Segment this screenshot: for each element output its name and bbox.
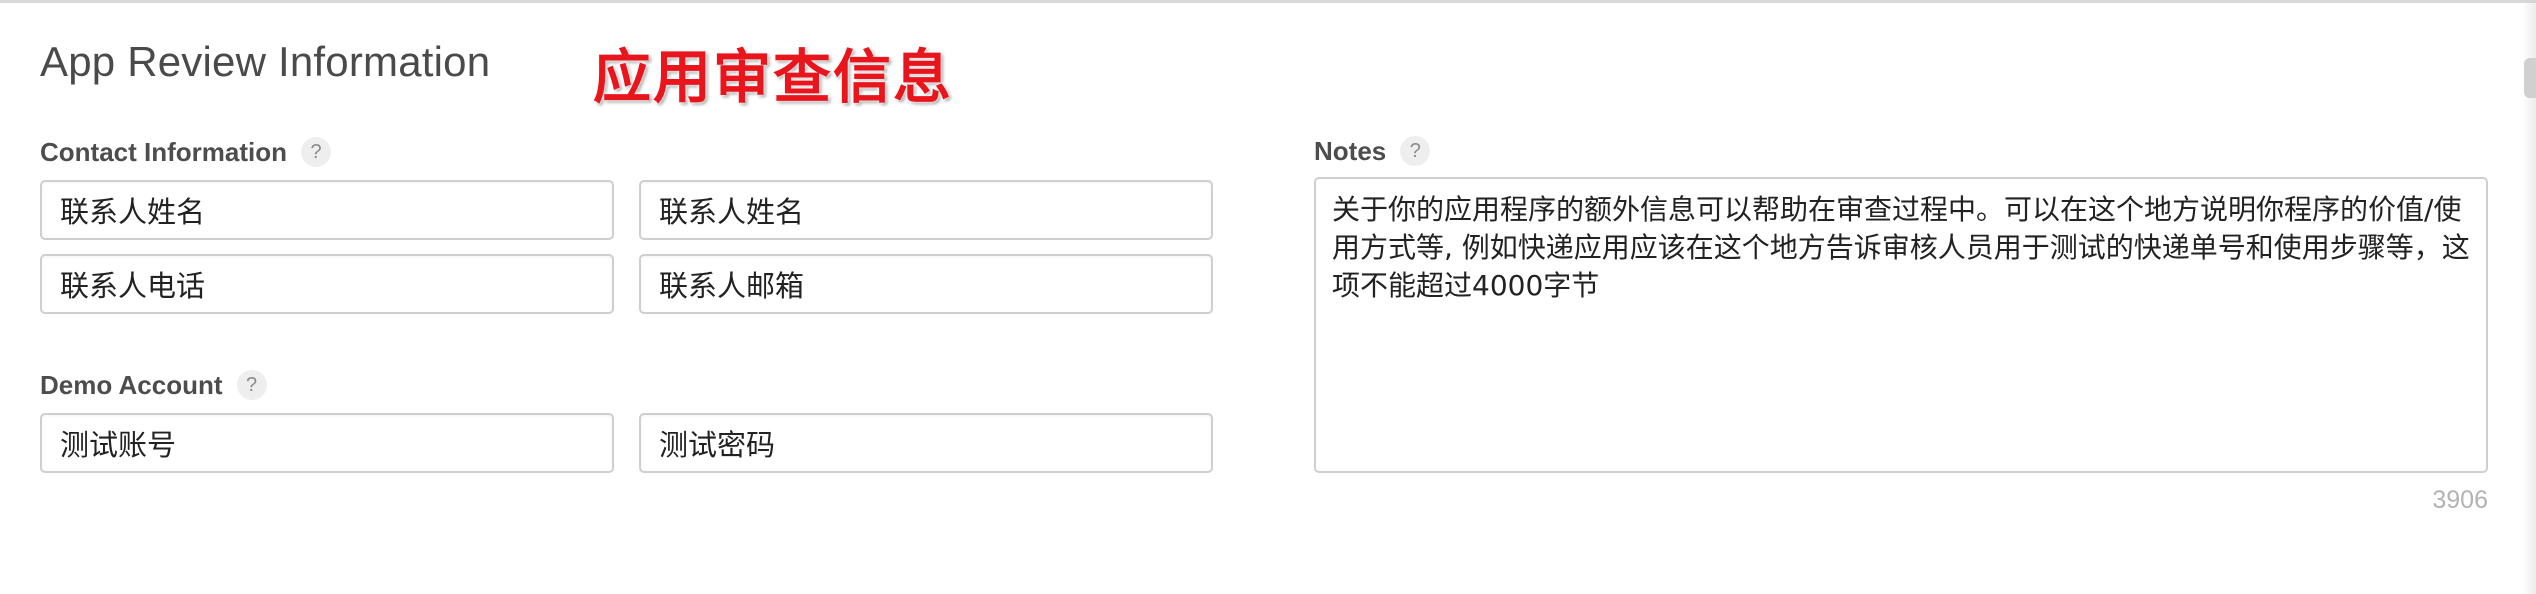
notes-textarea[interactable]: 关于你的应用程序的额外信息可以帮助在审查过程中。可以在这个地方说明你程序的价值/… — [1314, 177, 2488, 473]
notes-label: Notes — [1314, 135, 1387, 166]
demo-account-label: Demo Account — [40, 369, 223, 400]
notes-character-count: 3906 — [2432, 486, 2488, 514]
contact-information-label: Contact Information — [40, 136, 287, 167]
demo-username-input[interactable]: 测试账号 — [40, 413, 614, 473]
demo-password-input[interactable]: 测试密码 — [639, 413, 1213, 473]
demo-account-header: Demo Account ? — [40, 369, 267, 401]
section-title: App Review Information — [40, 38, 491, 85]
contact-email-input[interactable]: 联系人邮箱 — [639, 254, 1213, 314]
contact-information-header: Contact Information ? — [40, 136, 331, 168]
chinese-annotation-label: 应用审查信息 — [593, 43, 954, 111]
contact-first-name-input[interactable]: 联系人姓名 — [40, 180, 614, 240]
contact-phone-input[interactable]: 联系人电话 — [40, 254, 614, 314]
top-divider — [0, 0, 2536, 3]
notes-help-icon[interactable]: ? — [1400, 136, 1431, 166]
notes-header: Notes ? — [1314, 135, 1431, 167]
resize-handle[interactable] — [2524, 58, 2536, 98]
contact-last-name-input[interactable]: 联系人姓名 — [639, 180, 1213, 240]
demo-help-icon[interactable]: ? — [236, 370, 267, 400]
contact-help-icon[interactable]: ? — [301, 137, 331, 167]
